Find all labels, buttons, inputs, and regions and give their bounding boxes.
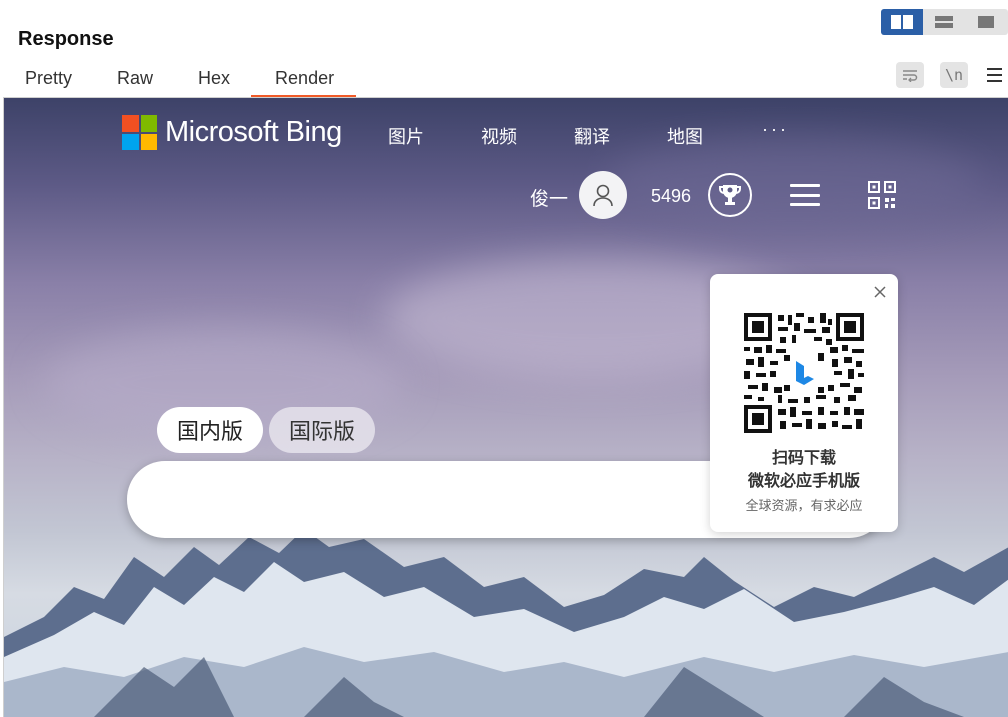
qr-code-icon: [868, 181, 896, 209]
render-panel: Microsoft Bing 图片 视频 翻译 地图 ··· 俊一 5496 国…: [3, 97, 1008, 717]
trophy-icon: [719, 185, 741, 205]
wrap-lines-icon: [903, 70, 918, 82]
search-input[interactable]: [157, 479, 717, 519]
rewards-button[interactable]: [708, 173, 752, 217]
avatar[interactable]: [579, 171, 627, 219]
split-view-icon: [891, 15, 913, 29]
tab-international-edition[interactable]: 国际版: [269, 407, 376, 453]
mountain-background: [4, 529, 1008, 717]
single-view-icon: [978, 16, 994, 28]
stacked-view-button[interactable]: [923, 9, 965, 35]
response-tabs: Pretty Raw Hex Render: [0, 64, 357, 97]
cloud-decoration: [604, 138, 984, 228]
tab-hex[interactable]: Hex: [198, 64, 230, 97]
nav-maps[interactable]: 地图: [667, 123, 760, 149]
response-header: Response Pretty Raw Hex Render \n: [0, 0, 1008, 97]
single-view-button[interactable]: [965, 9, 1007, 35]
qr-subtitle: 微软必应手机版: [747, 473, 860, 490]
tab-raw[interactable]: Raw: [117, 64, 153, 97]
split-view-button[interactable]: [881, 9, 923, 35]
bing-logo[interactable]: Microsoft Bing: [122, 115, 342, 150]
menu-icon[interactable]: [987, 64, 1007, 86]
region-tabs: 国内版 国际版: [157, 407, 376, 453]
tab-china-edition[interactable]: 国内版: [157, 407, 264, 453]
qr-caption: 全球资源，有求必应: [745, 498, 863, 513]
qr-code-button[interactable]: [868, 181, 896, 214]
qr-download-popup: 扫码下载 微软必应手机版 全球资源，有求必应: [710, 274, 898, 532]
show-newlines-button[interactable]: \n: [940, 62, 968, 88]
response-title: Response: [18, 28, 114, 50]
layout-toggle: [881, 9, 1008, 35]
microsoft-logo-icon: [122, 115, 157, 150]
tab-pretty[interactable]: Pretty: [25, 64, 72, 97]
logo-text: Microsoft Bing: [165, 116, 342, 148]
nav-videos[interactable]: 视频: [481, 123, 574, 149]
rewards-points[interactable]: 5496: [651, 186, 691, 207]
stacked-view-icon: [935, 16, 953, 28]
bing-nav: 图片 视频 翻译 地图 ···: [388, 119, 786, 149]
wrap-lines-button[interactable]: [896, 62, 924, 88]
user-icon: [593, 184, 613, 207]
nav-images[interactable]: 图片: [388, 123, 481, 149]
nav-more-button[interactable]: ···: [762, 119, 789, 140]
nav-translate[interactable]: 翻译: [574, 123, 667, 149]
tab-render[interactable]: Render: [251, 64, 357, 97]
qr-title: 扫码下载: [771, 450, 836, 467]
hamburger-menu-icon[interactable]: [790, 184, 820, 206]
qr-code-image: [744, 313, 864, 433]
close-icon[interactable]: [872, 284, 888, 300]
user-name[interactable]: 俊一: [530, 184, 568, 211]
